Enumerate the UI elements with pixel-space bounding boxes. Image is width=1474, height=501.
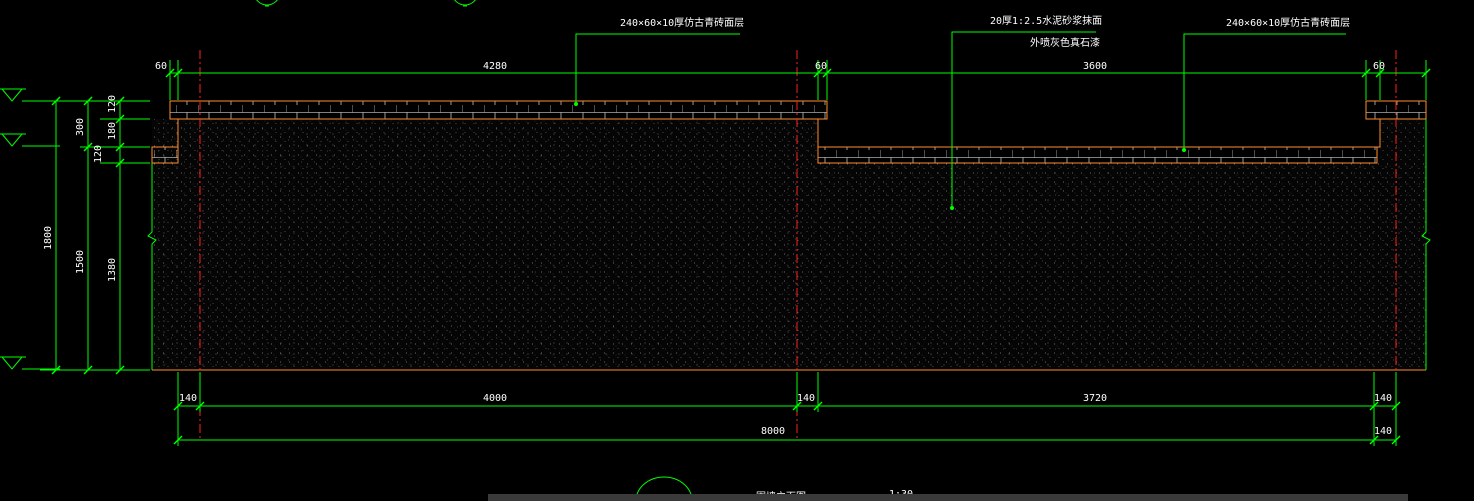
marker-circle-left: [256, 0, 278, 6]
brick-ledge-left: [151, 146, 179, 164]
top-marker-circles: [256, 0, 476, 7]
dim-top-60-middle: 60: [815, 61, 827, 72]
dim-bottom-140-c: 140: [1374, 393, 1392, 404]
top-dimension-chain: [165, 60, 1431, 100]
left-dimension-text: 1800 1500 300 120 180 120 1380: [43, 95, 118, 282]
dim-bottom-140-a: 140: [179, 393, 197, 404]
dim-top-3600: 3600: [1083, 61, 1107, 72]
horizontal-scrollbar[interactable]: [488, 494, 1408, 501]
bottom-dimension-text: 140 4000 140 3720 140 8000 140: [179, 393, 1392, 437]
dim-bottom-3720: 3720: [1083, 393, 1107, 404]
dim-left-1500: 1500: [75, 250, 86, 274]
bottom-dimension-chains: [173, 372, 1401, 446]
dim-top-60-right: 60: [1373, 61, 1385, 72]
level-marker-top: [0, 88, 60, 102]
level-marker-ground: [0, 356, 60, 370]
dim-left-300: 300: [75, 118, 86, 136]
wall-elevation-drawing: 60 4280 60 3600 60 240×60×10厚仿古青砖面层 20厚1…: [0, 0, 1431, 501]
dim-left-1380: 1380: [107, 258, 118, 282]
marker-circle-right: [454, 0, 476, 6]
dim-left-120-bottom: 120: [93, 145, 104, 163]
level-marker-middle: [0, 133, 60, 147]
brick-coping-left: [169, 100, 828, 120]
dim-bottom-8000: 8000: [761, 426, 785, 437]
dim-bottom-4000: 4000: [483, 393, 507, 404]
dim-left-120-top: 120: [107, 95, 118, 113]
wall-fill-right-pier: [1380, 119, 1426, 163]
note-right-tile: 240×60×10厚仿古青砖面层: [1226, 16, 1350, 29]
dim-left-180: 180: [107, 122, 118, 140]
top-dimension-text: 60 4280 60 3600 60: [155, 61, 1385, 72]
dim-bottom-140-b: 140: [797, 393, 815, 404]
left-dimension-chains: [40, 96, 150, 375]
note-plaster-line2: 外喷灰色真石漆: [1030, 36, 1100, 49]
dim-top-60-left: 60: [155, 61, 167, 72]
note-plaster-line1: 20厚1:2.5水泥砂浆抹面: [990, 14, 1102, 27]
note-left-tile: 240×60×10厚仿古青砖面层: [620, 16, 744, 29]
dim-top-4280: 4280: [483, 61, 507, 72]
brick-coping-right: [817, 146, 1378, 164]
dim-left-1800: 1800: [43, 226, 54, 250]
dim-bottom-140-d: 140: [1374, 426, 1392, 437]
